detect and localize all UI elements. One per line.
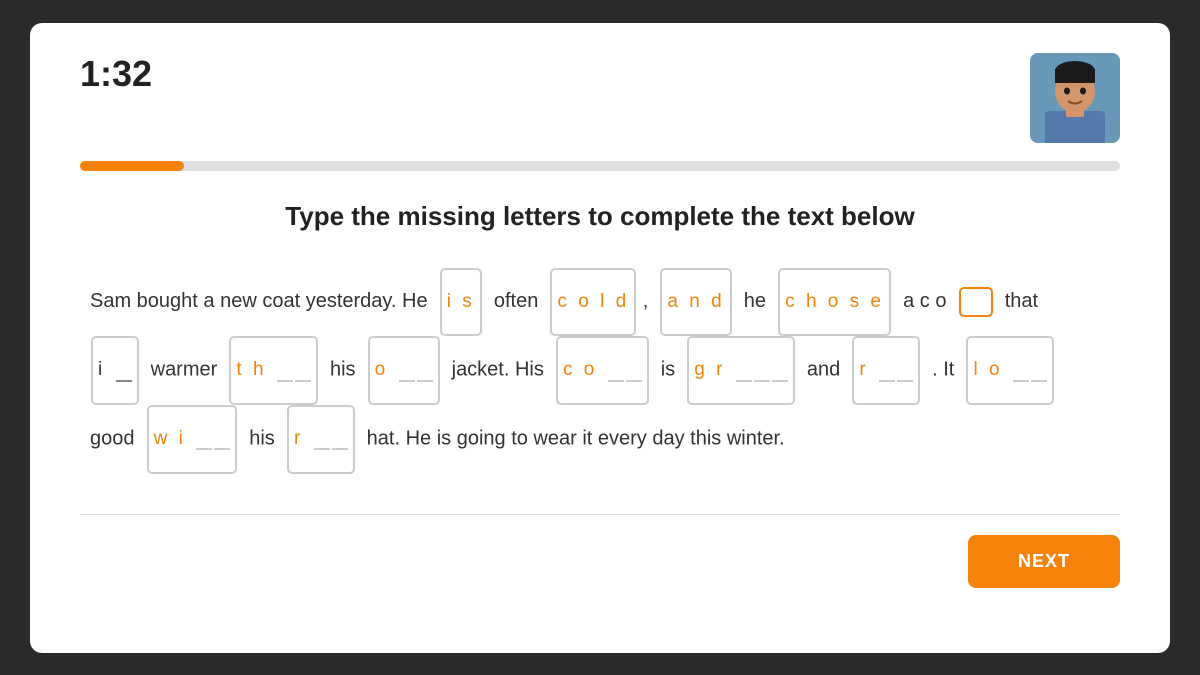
blank10	[772, 360, 788, 382]
blank6	[608, 360, 624, 382]
timer-display: 1:32	[80, 53, 152, 95]
avatar	[1030, 53, 1120, 143]
blank3	[295, 360, 311, 382]
blank18	[332, 428, 348, 450]
blank4	[399, 360, 415, 382]
box-lo-blank[interactable]: l o	[966, 336, 1053, 405]
blank9	[754, 360, 770, 382]
exercise-text: Sam bought a new coat yesterday. He i s …	[80, 268, 1120, 474]
box-th-blank[interactable]: t h	[229, 336, 317, 405]
box-co-blank[interactable]: c o	[556, 336, 649, 405]
box-o-blank[interactable]: o	[368, 336, 440, 405]
line1: Sam bought a new coat yesterday. He i s …	[90, 290, 1038, 312]
box-cold[interactable]: c o l d	[550, 268, 636, 337]
box-chose[interactable]: c h o s e	[778, 268, 891, 337]
blank16	[214, 428, 230, 450]
blank1	[116, 360, 132, 382]
letter-i: i	[447, 272, 454, 333]
line3: good w i his r hat. He is going to wear …	[90, 405, 1110, 474]
blank17	[314, 428, 330, 450]
box-gr-blank[interactable]: g r	[687, 336, 794, 405]
blank15	[196, 428, 212, 450]
blank8	[736, 360, 752, 382]
box-wi-blank[interactable]: w i	[147, 405, 238, 474]
box-r2-blank[interactable]: r	[287, 405, 355, 474]
blank11	[879, 360, 895, 382]
main-card: 1:32 Type	[30, 23, 1170, 653]
divider	[80, 514, 1120, 515]
box-is[interactable]: i s	[440, 268, 482, 337]
box-r-blank[interactable]: r	[852, 336, 920, 405]
cursor-blank	[968, 291, 986, 313]
box-and[interactable]: a n d	[660, 268, 731, 337]
blank7	[626, 360, 642, 382]
line2: i warmer t h his o jacket. His c o is g …	[90, 336, 1110, 405]
next-button[interactable]: NEXT	[968, 535, 1120, 588]
bottom-bar: NEXT	[80, 535, 1120, 588]
blank13	[1013, 360, 1029, 382]
instruction-text: Type the missing letters to complete the…	[80, 201, 1120, 232]
letter-s: s	[462, 272, 475, 333]
box-cursor[interactable]	[959, 287, 993, 317]
top-bar: 1:32	[80, 53, 1120, 143]
blank12	[897, 360, 913, 382]
progress-bar	[80, 161, 1120, 171]
blank14	[1031, 360, 1047, 382]
box-i-blank[interactable]: i	[91, 336, 139, 405]
progress-fill	[80, 161, 184, 171]
blank2	[277, 360, 293, 382]
line1-before: Sam bought a new coat yesterday. He	[90, 290, 433, 312]
blank5	[417, 360, 433, 382]
